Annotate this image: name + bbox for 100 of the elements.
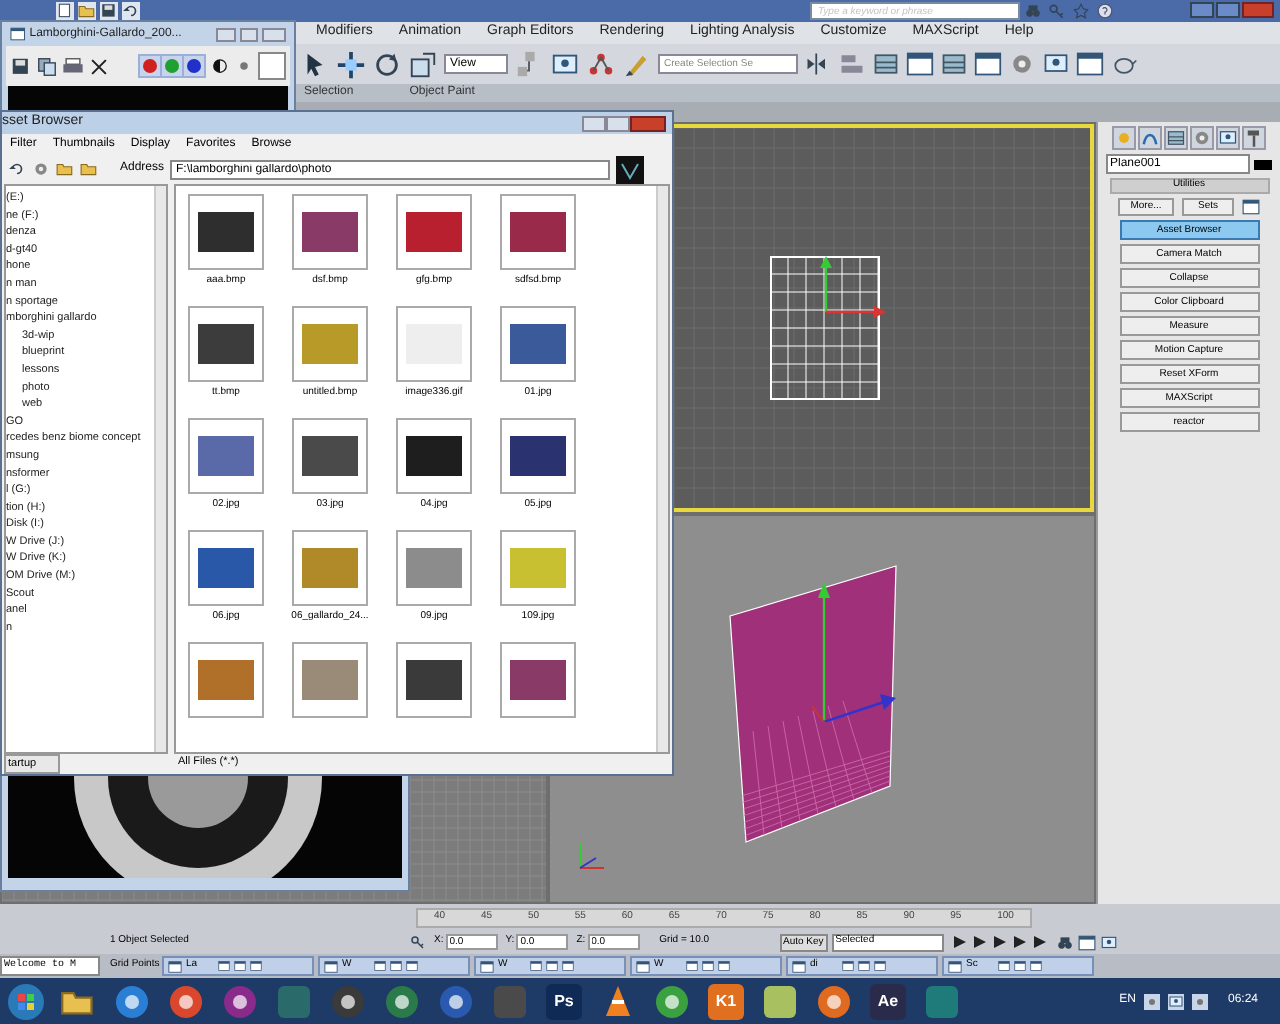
thumbnail[interactable] [396, 194, 472, 270]
thumbnail[interactable] [292, 530, 368, 606]
star-icon[interactable] [1072, 2, 1090, 20]
save-icon[interactable] [100, 2, 118, 20]
help-icon[interactable] [1096, 2, 1114, 20]
thumbnail[interactable] [500, 642, 576, 718]
window-icon[interactable] [906, 50, 934, 78]
thumbnail[interactable] [396, 418, 472, 494]
window-icon[interactable] [250, 960, 262, 972]
app-icon[interactable] [762, 983, 798, 1019]
scrollbar[interactable] [154, 186, 166, 752]
window-icon[interactable] [530, 960, 542, 972]
half-circle-icon[interactable] [210, 56, 230, 76]
minimize-button[interactable] [215, 27, 236, 41]
thumbnail[interactable] [292, 642, 368, 718]
object-color-swatch[interactable] [1254, 159, 1272, 169]
app-icon[interactable] [654, 983, 690, 1019]
app-icon[interactable] [438, 983, 474, 1019]
window-icon[interactable] [1030, 960, 1042, 972]
scale-icon[interactable] [408, 49, 438, 79]
undo-icon[interactable] [8, 160, 26, 178]
app-button[interactable]: Ae [870, 983, 906, 1019]
gear-icon[interactable] [1190, 126, 1214, 150]
window-icon[interactable] [390, 960, 402, 972]
window-icon[interactable] [858, 960, 870, 972]
window-icon[interactable] [686, 960, 698, 972]
thumbnail[interactable] [396, 642, 472, 718]
app-icon[interactable] [816, 983, 852, 1019]
maximize-button[interactable] [239, 27, 259, 41]
window-icon[interactable] [718, 960, 730, 972]
hammer-icon[interactable] [1242, 126, 1266, 150]
thumbnail[interactable] [188, 194, 264, 270]
app-icon[interactable] [330, 983, 366, 1019]
curve-icon[interactable] [1138, 126, 1162, 150]
undo-icon[interactable] [122, 2, 140, 20]
app-icon[interactable] [384, 983, 420, 1019]
thumbnail[interactable] [188, 530, 264, 606]
rotate-icon[interactable] [372, 49, 402, 79]
monitor-icon[interactable] [1216, 126, 1240, 150]
maximize-button[interactable] [606, 115, 630, 131]
dot-icon[interactable] [234, 56, 254, 76]
nodes-icon[interactable] [586, 49, 616, 79]
thumbnail[interactable] [500, 530, 576, 606]
color-swatch[interactable] [258, 52, 286, 80]
window-icon[interactable] [842, 960, 854, 972]
binoculars-icon[interactable] [1055, 933, 1074, 951]
thumbnail[interactable] [500, 194, 576, 270]
thumbnail[interactable] [396, 306, 472, 382]
app-button[interactable]: Ps [546, 983, 582, 1019]
window-icon[interactable] [1077, 933, 1096, 951]
thumbnail[interactable] [188, 306, 264, 382]
window-icon[interactable] [546, 960, 558, 972]
close-button[interactable] [630, 115, 666, 131]
window-icon[interactable] [406, 960, 418, 972]
window-icon[interactable] [374, 960, 386, 972]
layers-icon[interactable] [872, 50, 900, 78]
window-icon[interactable] [874, 960, 886, 972]
folder-icon[interactable] [78, 2, 96, 20]
window-icon[interactable] [998, 960, 1010, 972]
traffic-cone-icon[interactable] [600, 983, 636, 1019]
monitor-icon[interactable] [550, 49, 580, 79]
window-icon[interactable] [702, 960, 714, 972]
gear-icon[interactable] [32, 160, 50, 178]
file-icon[interactable] [56, 2, 74, 20]
thumbnail[interactable] [292, 194, 368, 270]
window-icon[interactable] [1242, 198, 1260, 216]
layers-icon[interactable] [1164, 126, 1188, 150]
monitor-icon[interactable] [1042, 50, 1070, 78]
thumbnail[interactable] [500, 418, 576, 494]
thumbnail[interactable] [188, 642, 264, 718]
thumbnail[interactable] [500, 306, 576, 382]
copy-icon[interactable] [36, 55, 58, 77]
maximize-button[interactable] [1216, 2, 1240, 18]
minimize-button[interactable] [582, 115, 606, 131]
window-icon[interactable] [218, 960, 230, 972]
scrollbar[interactable] [656, 186, 668, 752]
dot-icon[interactable] [1191, 993, 1208, 1009]
thumbnail[interactable] [292, 418, 368, 494]
minimize-button[interactable] [1190, 2, 1214, 18]
thumbnail[interactable] [396, 530, 472, 606]
printer-icon[interactable] [62, 55, 84, 77]
save-icon[interactable] [10, 55, 32, 77]
app-icon[interactable] [168, 983, 204, 1019]
window-icon[interactable] [1014, 960, 1026, 972]
app-icon[interactable] [222, 983, 258, 1019]
layers-icon[interactable] [940, 50, 968, 78]
window-icon[interactable] [974, 50, 1002, 78]
app-icon[interactable] [114, 983, 150, 1019]
move-icon[interactable] [336, 49, 366, 79]
monitor-icon[interactable] [1167, 993, 1184, 1009]
monitor-icon[interactable] [1099, 933, 1118, 951]
scissors-icon[interactable] [88, 55, 110, 77]
thumbnail[interactable] [188, 418, 264, 494]
dot-icon[interactable] [1143, 993, 1160, 1009]
window-icon[interactable] [562, 960, 574, 972]
thumbnail[interactable] [292, 306, 368, 382]
window-icon[interactable] [234, 960, 246, 972]
window-icon[interactable] [1076, 50, 1104, 78]
key-icon[interactable] [410, 934, 426, 950]
start-orb-icon[interactable] [6, 981, 46, 1021]
